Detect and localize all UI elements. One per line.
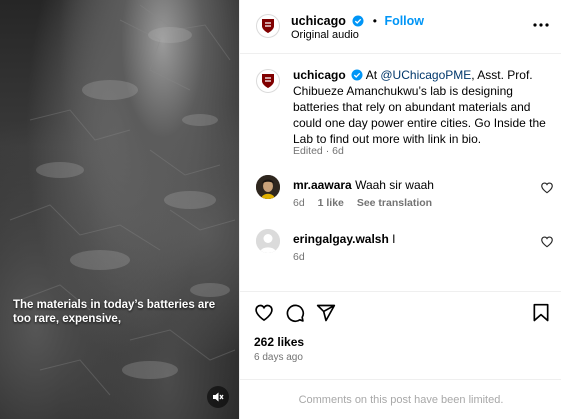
post-header: uchicago • Follow Original audio	[240, 0, 561, 54]
battery-material-texture	[9, 4, 236, 396]
default-avatar-icon	[256, 229, 280, 253]
original-audio-link[interactable]: Original audio	[291, 29, 359, 41]
see-translation-link[interactable]: See translation	[357, 197, 432, 209]
comments-limited-notice: Comments on this post have been limited.	[240, 379, 561, 419]
caption-meta: Edited · 6d	[293, 145, 344, 157]
verified-badge-icon	[352, 15, 364, 27]
post-timestamp[interactable]: 6 days ago	[254, 352, 303, 363]
uchicago-shield-logo	[262, 19, 274, 33]
username-link[interactable]: uchicago	[291, 14, 346, 28]
post-actions: 262 likes 6 days ago	[240, 291, 561, 379]
comment-meta: 6d 1 like See translation	[293, 197, 442, 209]
caption-text: uchicago At @UChicagoPME, Asst. Prof. Ch…	[293, 67, 551, 147]
caption-prefix: At	[365, 68, 381, 82]
caption-username[interactable]: uchicago	[293, 68, 346, 82]
comment-text: Waah sir waah	[355, 178, 434, 192]
comment-text-row: mr.aawara Waah sir waah	[293, 177, 434, 193]
mute-button[interactable]	[207, 386, 229, 408]
more-options-button[interactable]	[530, 14, 552, 36]
verified-badge-icon	[351, 69, 363, 81]
comment-meta: 6d	[293, 251, 315, 263]
comment-text: I	[392, 232, 396, 246]
comment-age: 6d	[293, 197, 305, 209]
commenter-avatar[interactable]	[256, 229, 280, 253]
save-button[interactable]	[530, 302, 552, 324]
video-subtitle: The materials in today’s batteries are t…	[13, 299, 216, 325]
likes-count[interactable]: 262 likes	[254, 335, 304, 349]
comment-age: 6d	[293, 251, 305, 263]
comment-text-row: eringalgay.walsh I	[293, 231, 396, 247]
caption-avatar[interactable]	[256, 69, 280, 93]
commenter-avatar[interactable]	[256, 175, 280, 199]
comments-thread[interactable]: uchicago At @UChicagoPME, Asst. Prof. Ch…	[240, 55, 561, 291]
comment-button[interactable]	[284, 302, 306, 324]
mention-link[interactable]: @UChicagoPME	[380, 68, 471, 82]
speaker-muted-icon	[213, 392, 224, 402]
comment-icon	[286, 304, 305, 323]
comment-likes[interactable]: 1 like	[318, 197, 344, 209]
more-options-icon	[533, 23, 549, 27]
share-icon	[316, 304, 336, 322]
uchicago-shield-logo	[262, 74, 274, 88]
separator-dot: •	[372, 14, 377, 28]
follow-button[interactable]: Follow	[384, 14, 424, 28]
commenter-photo	[256, 175, 280, 199]
like-button[interactable]	[253, 302, 275, 324]
comment-username[interactable]: mr.aawara	[293, 178, 352, 192]
avatar[interactable]	[256, 14, 280, 38]
post-media[interactable]: The materials in today’s batteries are t…	[0, 0, 239, 419]
post-details-pane: uchicago • Follow Original audio uchicag…	[239, 0, 561, 419]
comment-username[interactable]: eringalgay.walsh	[293, 232, 389, 246]
share-button[interactable]	[315, 302, 337, 324]
comment-like-heart-icon[interactable]	[540, 181, 554, 195]
header-title-row: uchicago • Follow	[291, 12, 424, 30]
heart-icon	[255, 304, 273, 322]
comment-like-heart-icon[interactable]	[540, 235, 554, 249]
bookmark-icon	[533, 303, 549, 322]
